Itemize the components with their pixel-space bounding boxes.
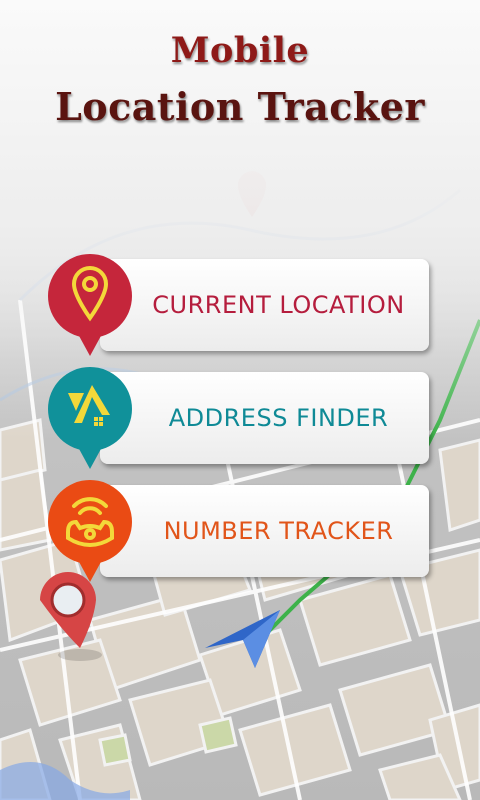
- number-tracker-label: NUMBER TRACKER: [163, 517, 394, 545]
- app-title: Mobile: [170, 30, 310, 71]
- number-tracker-button[interactable]: NUMBER TRACKER: [100, 485, 429, 577]
- app-subtitle: Location Tracker: [55, 84, 425, 129]
- address-finder-button[interactable]: ADDRESS FINDER: [100, 372, 429, 464]
- number-tracker-pin[interactable]: [44, 476, 136, 588]
- address-finder-label: ADDRESS FINDER: [168, 404, 389, 432]
- current-location-label: CURRENT LOCATION: [152, 291, 405, 319]
- current-location-button[interactable]: CURRENT LOCATION: [100, 259, 429, 351]
- current-location-pin[interactable]: [44, 250, 136, 362]
- address-finder-pin[interactable]: [44, 363, 136, 475]
